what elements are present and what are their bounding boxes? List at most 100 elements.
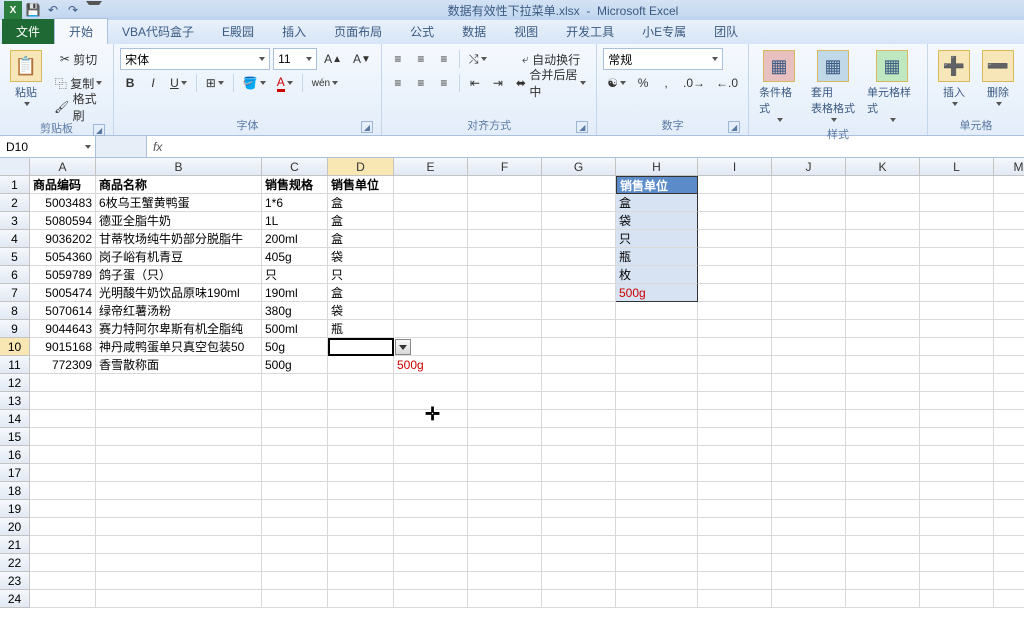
cell-L19[interactable]	[920, 500, 994, 518]
cell-H13[interactable]	[616, 392, 698, 410]
cell-M5[interactable]	[994, 248, 1024, 266]
col-header-K[interactable]: K	[846, 158, 920, 176]
cell-D21[interactable]	[328, 536, 394, 554]
cell-A15[interactable]	[30, 428, 96, 446]
cell-B15[interactable]	[96, 428, 262, 446]
row-header-21[interactable]: 21	[0, 536, 30, 554]
cell-D3[interactable]: 盒	[328, 212, 394, 230]
cell-E7[interactable]	[394, 284, 468, 302]
cell-D10[interactable]	[328, 338, 394, 356]
number-format-combo[interactable]: 常规	[603, 48, 723, 70]
cell-C2[interactable]: 1*6	[262, 194, 328, 212]
row-header-20[interactable]: 20	[0, 518, 30, 536]
cell-H11[interactable]	[616, 356, 698, 374]
cell-G24[interactable]	[542, 590, 616, 608]
row-header-14[interactable]: 14	[0, 410, 30, 428]
col-header-D[interactable]: D	[328, 158, 394, 176]
cell-K11[interactable]	[846, 356, 920, 374]
cell-M7[interactable]	[994, 284, 1024, 302]
cell-M15[interactable]	[994, 428, 1024, 446]
cell-E11[interactable]: 500g	[394, 356, 468, 374]
cell-B18[interactable]	[96, 482, 262, 500]
cell-C5[interactable]: 405g	[262, 248, 328, 266]
cell-H10[interactable]	[616, 338, 698, 356]
cell-K23[interactable]	[846, 572, 920, 590]
cell-A6[interactable]: 5059789	[30, 266, 96, 284]
cell-L10[interactable]	[920, 338, 994, 356]
cut-button[interactable]: ✂ 剪切	[50, 48, 107, 70]
save-icon[interactable]: 💾	[24, 1, 42, 19]
tab-home[interactable]: 开始	[54, 18, 108, 44]
format-painter-button[interactable]: 🖌 格式刷	[50, 96, 107, 118]
cell-C9[interactable]: 500ml	[262, 320, 328, 338]
cell-H16[interactable]	[616, 446, 698, 464]
cell-H1[interactable]: 销售单位	[616, 176, 698, 194]
cell-H6[interactable]: 枚	[616, 266, 698, 284]
cell-L17[interactable]	[920, 464, 994, 482]
cell-I22[interactable]	[698, 554, 772, 572]
cell-I14[interactable]	[698, 410, 772, 428]
tab-data[interactable]: 数据	[448, 19, 500, 44]
cell-L15[interactable]	[920, 428, 994, 446]
cell-I19[interactable]	[698, 500, 772, 518]
comma-button[interactable]: ,	[656, 72, 676, 94]
cell-G16[interactable]	[542, 446, 616, 464]
cell-E18[interactable]	[394, 482, 468, 500]
font-dialog-icon[interactable]: ◢	[361, 121, 373, 133]
cell-G1[interactable]	[542, 176, 616, 194]
col-header-A[interactable]: A	[30, 158, 96, 176]
select-all-corner[interactable]	[0, 158, 30, 176]
qat-more-icon[interactable]	[84, 1, 102, 19]
font-name-combo[interactable]: 宋体	[120, 48, 270, 70]
cell-I11[interactable]	[698, 356, 772, 374]
cell-J2[interactable]	[772, 194, 846, 212]
cell-G21[interactable]	[542, 536, 616, 554]
cell-H23[interactable]	[616, 572, 698, 590]
cell-A21[interactable]	[30, 536, 96, 554]
cell-C14[interactable]	[262, 410, 328, 428]
cell-M13[interactable]	[994, 392, 1024, 410]
row-header-6[interactable]: 6	[0, 266, 30, 284]
cell-B10[interactable]: 神丹咸鸭蛋单只真空包装50	[96, 338, 262, 356]
cell-B1[interactable]: 商品名称	[96, 176, 262, 194]
cell-B13[interactable]	[96, 392, 262, 410]
cell-A12[interactable]	[30, 374, 96, 392]
align-left-button[interactable]: ≡	[388, 72, 408, 94]
cell-C15[interactable]	[262, 428, 328, 446]
cell-F13[interactable]	[468, 392, 542, 410]
number-dialog-icon[interactable]: ◢	[728, 121, 740, 133]
cell-A7[interactable]: 5005474	[30, 284, 96, 302]
cell-M3[interactable]	[994, 212, 1024, 230]
cell-C11[interactable]: 500g	[262, 356, 328, 374]
currency-button[interactable]: ☯	[603, 72, 630, 94]
row-header-13[interactable]: 13	[0, 392, 30, 410]
cell-A17[interactable]	[30, 464, 96, 482]
cell-E9[interactable]	[394, 320, 468, 338]
cell-H24[interactable]	[616, 590, 698, 608]
cell-F8[interactable]	[468, 302, 542, 320]
dec-decimal-button[interactable]: ←.0	[712, 72, 742, 94]
cell-M9[interactable]	[994, 320, 1024, 338]
cell-style-button[interactable]: ▦单元格样式	[863, 48, 921, 124]
tab-view[interactable]: 视图	[500, 19, 552, 44]
grow-font-button[interactable]: A▲	[320, 48, 346, 70]
cell-A14[interactable]	[30, 410, 96, 428]
cell-B4[interactable]: 甘蒂牧场纯牛奶部分脱脂牛	[96, 230, 262, 248]
cell-H20[interactable]	[616, 518, 698, 536]
cell-F21[interactable]	[468, 536, 542, 554]
cell-H7[interactable]: 500g	[616, 284, 698, 302]
indent-dec-button[interactable]: ⇤	[465, 72, 485, 94]
cell-D13[interactable]	[328, 392, 394, 410]
cell-C21[interactable]	[262, 536, 328, 554]
row-header-9[interactable]: 9	[0, 320, 30, 338]
cell-L13[interactable]	[920, 392, 994, 410]
cell-A2[interactable]: 5003483	[30, 194, 96, 212]
cell-D14[interactable]	[328, 410, 394, 428]
cell-G23[interactable]	[542, 572, 616, 590]
align-dialog-icon[interactable]: ◢	[576, 121, 588, 133]
cell-A16[interactable]	[30, 446, 96, 464]
cell-D7[interactable]: 盒	[328, 284, 394, 302]
cell-E23[interactable]	[394, 572, 468, 590]
cell-A10[interactable]: 9015168	[30, 338, 96, 356]
cell-K18[interactable]	[846, 482, 920, 500]
